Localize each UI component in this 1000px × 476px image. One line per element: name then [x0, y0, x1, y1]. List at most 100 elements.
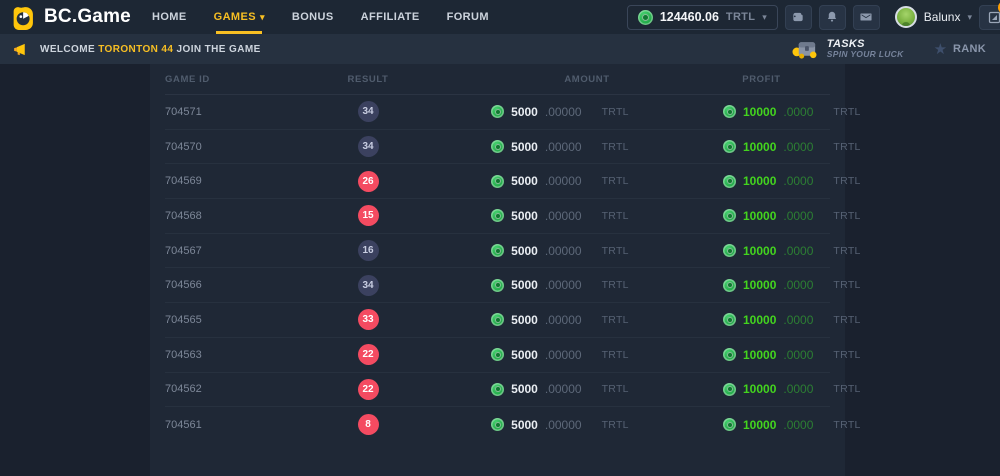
result-cell: 34	[295, 101, 441, 122]
nav-item-label: BONUS	[292, 11, 334, 23]
amount-integer: 5000	[511, 418, 538, 432]
table-row: 704566345000.00000TRTL10000.0000TRTL	[165, 268, 830, 303]
amount-decimals: .00000	[545, 278, 582, 292]
amount-currency: TRTL	[602, 349, 629, 361]
profit-currency: TRTL	[833, 245, 860, 257]
trtl-coin-icon	[491, 140, 504, 153]
announcement-prefix: WELCOME	[40, 44, 98, 55]
brand[interactable]: BC.Game	[10, 5, 152, 30]
announcement-username: TORONTON 44	[98, 44, 173, 55]
game-id: 704570	[165, 141, 295, 153]
announcement-right: TASKS SPIN YOUR LUCK ★ RANK	[792, 38, 988, 60]
profit-integer: 10000	[743, 174, 776, 188]
profit-integer: 10000	[743, 105, 776, 119]
result-cell: 16	[295, 240, 441, 261]
messages-button[interactable]	[853, 5, 880, 30]
nav-item-forum[interactable]: FORUM	[447, 0, 489, 34]
trtl-coin-icon	[491, 279, 504, 292]
profit-cell: 10000.0000TRTL	[683, 313, 861, 327]
amount-integer: 5000	[511, 140, 538, 154]
amount-cell: 5000.00000TRTL	[441, 174, 679, 188]
trtl-coin-icon	[491, 209, 504, 222]
rank-button[interactable]: ★ RANK	[934, 42, 986, 57]
chat-toggle-button[interactable]: 10	[979, 5, 1000, 30]
amount-cell: 5000.00000TRTL	[441, 348, 679, 362]
amount-decimals: .00000	[545, 209, 582, 223]
nav-item-home[interactable]: HOME	[152, 0, 187, 34]
amount-currency: TRTL	[602, 383, 629, 395]
profit-decimals: .0000	[783, 209, 813, 223]
balance-amount: 124460.06	[660, 10, 719, 24]
star-icon: ★	[934, 42, 947, 57]
topbar: BC.Game HOME GAMES▾ BONUS AFFILIATE FORUM 12…	[0, 0, 1000, 34]
trtl-coin-icon	[723, 140, 736, 153]
tasks-button[interactable]: TASKS SPIN YOUR LUCK	[792, 38, 904, 60]
announcement-suffix: JOIN THE GAME	[173, 44, 260, 55]
nav-item-label: AFFILIATE	[361, 11, 420, 23]
chevron-down-icon: ▾	[762, 13, 767, 22]
trtl-coin-icon	[723, 383, 736, 396]
topbar-right: 124460.06 TRTL ▾ Balunx ▾	[627, 5, 1000, 30]
profit-integer: 10000	[743, 209, 776, 223]
avatar	[895, 6, 917, 28]
tasks-subtitle: SPIN YOUR LUCK	[827, 50, 904, 60]
trtl-coin-icon	[723, 348, 736, 361]
user-name: Balunx	[924, 10, 961, 24]
treasure-chest-icon	[792, 38, 819, 60]
bet-history-panel: GAME ID RESULT AMOUNT PROFIT 70457134500…	[150, 64, 845, 476]
amount-integer: 5000	[511, 382, 538, 396]
result-badge: 8	[358, 414, 379, 435]
announcement-message[interactable]: WELCOME TORONTON 44 JOIN THE GAME	[40, 44, 261, 55]
result-cell: 8	[295, 414, 441, 435]
trtl-coin-icon	[491, 418, 504, 431]
wallet-button[interactable]	[785, 5, 812, 30]
table-row: 704562225000.00000TRTL10000.0000TRTL	[165, 373, 830, 408]
amount-integer: 5000	[511, 278, 538, 292]
amount-integer: 5000	[511, 244, 538, 258]
column-header-amount: AMOUNT	[468, 74, 706, 85]
amount-decimals: .00000	[545, 348, 582, 362]
rank-label: RANK	[953, 43, 986, 55]
table-row: 704565335000.00000TRTL10000.0000TRTL	[165, 303, 830, 338]
column-header-profit: PROFIT	[686, 74, 837, 85]
nav-item-bonus[interactable]: BONUS	[292, 0, 334, 34]
result-cell: 15	[295, 205, 441, 226]
notifications-button[interactable]	[819, 5, 846, 30]
profit-decimals: .0000	[783, 244, 813, 258]
game-id: 704566	[165, 279, 295, 291]
amount-currency: TRTL	[602, 210, 629, 222]
brand-name: BC.Game	[44, 6, 131, 28]
result-badge: 22	[358, 379, 379, 400]
amount-currency: TRTL	[602, 106, 629, 118]
user-menu[interactable]: Balunx ▾	[895, 6, 972, 28]
column-header-game-id: GAME ID	[165, 74, 295, 85]
profit-decimals: .0000	[783, 348, 813, 362]
table-row: 704569265000.00000TRTL10000.0000TRTL	[165, 164, 830, 199]
column-header-result: RESULT	[295, 74, 441, 85]
amount-cell: 5000 .00000 TRTL	[441, 382, 679, 396]
profit-currency: TRTL	[833, 210, 860, 222]
profit-cell: 10000 .0000 TRTL	[683, 209, 861, 223]
nav-item-affiliate[interactable]: AFFILIATE	[361, 0, 420, 34]
amount-decimals: .00000	[545, 174, 582, 188]
profit-decimals: .0000	[783, 418, 813, 432]
game-id: 704561	[165, 419, 295, 431]
amount-decimals: .00000	[545, 244, 582, 258]
amount-decimals: .00000	[545, 382, 582, 396]
profit-currency: TRTL	[833, 106, 860, 118]
amount-currency: TRTL	[602, 141, 629, 153]
table-row: 704563225000.00000TRTL10000.0000TRTL	[165, 338, 830, 373]
amount-cell: 5000.00000TRTL	[441, 209, 679, 223]
profit-currency: TRTL	[833, 383, 860, 395]
profit-integer: 10000	[743, 278, 776, 292]
amount-decimals: .00000	[545, 313, 582, 327]
chat-flag-icon	[987, 10, 1000, 25]
game-id: 704568	[165, 210, 295, 222]
nav-item-games[interactable]: GAMES▾	[214, 0, 265, 34]
amount-cell: 5000.00000TRTL	[441, 418, 679, 432]
balance-selector[interactable]: 124460.06 TRTL ▾	[627, 5, 778, 30]
result-cell: 34	[295, 136, 441, 157]
profit-cell: 10000.0000TRTL	[683, 174, 861, 188]
game-id: 704569	[165, 175, 295, 187]
amount-currency: TRTL	[602, 279, 629, 291]
